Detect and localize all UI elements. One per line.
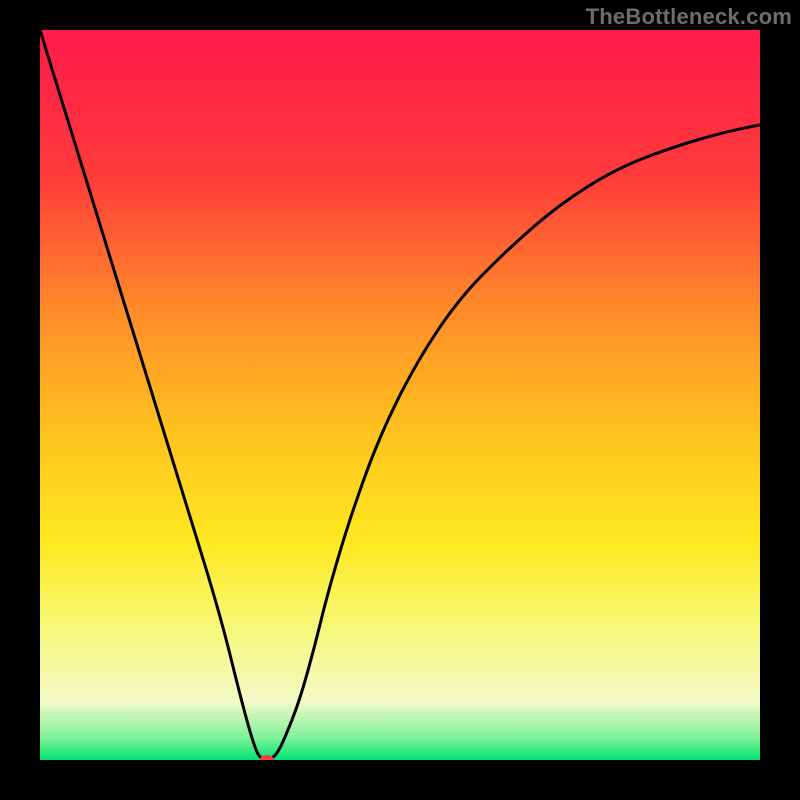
attribution-label: TheBottleneck.com xyxy=(586,4,792,30)
chart-frame: TheBottleneck.com xyxy=(0,0,800,800)
bottleneck-chart xyxy=(40,30,760,760)
